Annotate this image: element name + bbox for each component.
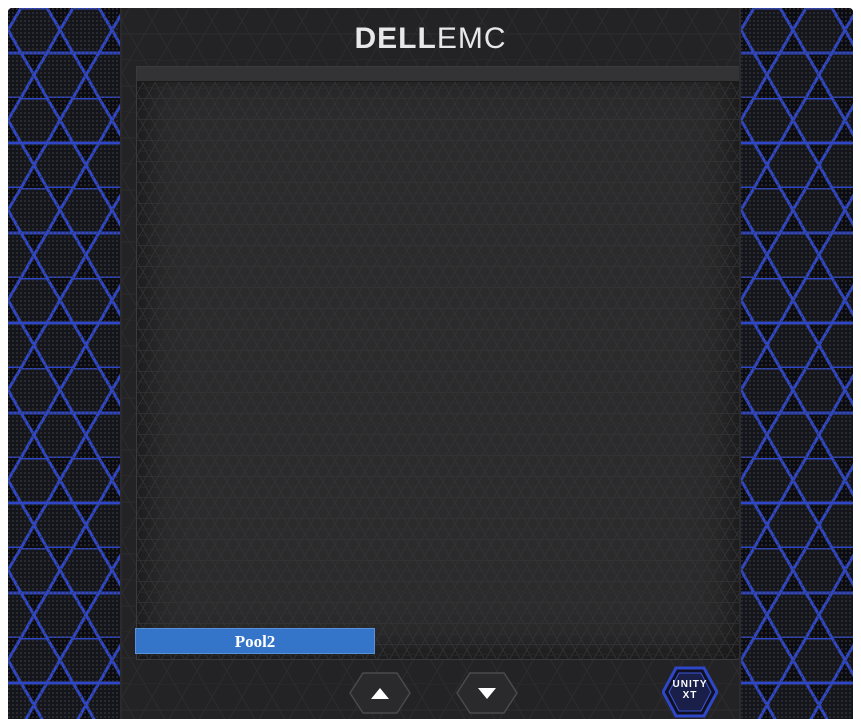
logo-emc: EMC xyxy=(436,22,507,55)
triangle-down-icon xyxy=(456,672,518,714)
badge-text: UNITY XT xyxy=(662,679,718,701)
scroll-down-button[interactable] xyxy=(456,672,518,714)
unity-xt-badge: UNITY XT xyxy=(662,666,718,718)
front-panel: DELLEMC Pool2 UNITY XT xyxy=(122,8,740,719)
badge-line-2: XT xyxy=(682,690,698,701)
pool-label-bar[interactable]: Pool2 xyxy=(135,628,375,654)
triangle-up-icon xyxy=(349,672,411,714)
scroll-up-button[interactable] xyxy=(349,672,411,714)
right-hex-grille xyxy=(739,8,853,719)
dell-emc-logo: DELLEMC xyxy=(122,22,739,56)
left-hex-grille xyxy=(8,8,122,719)
badge-line-1: UNITY xyxy=(672,679,708,690)
display-screen xyxy=(136,66,740,660)
screen-header-bar xyxy=(137,67,739,82)
logo-dell: DELL xyxy=(354,22,437,55)
storage-array-bezel: DELLEMC Pool2 UNITY XT xyxy=(8,8,853,719)
